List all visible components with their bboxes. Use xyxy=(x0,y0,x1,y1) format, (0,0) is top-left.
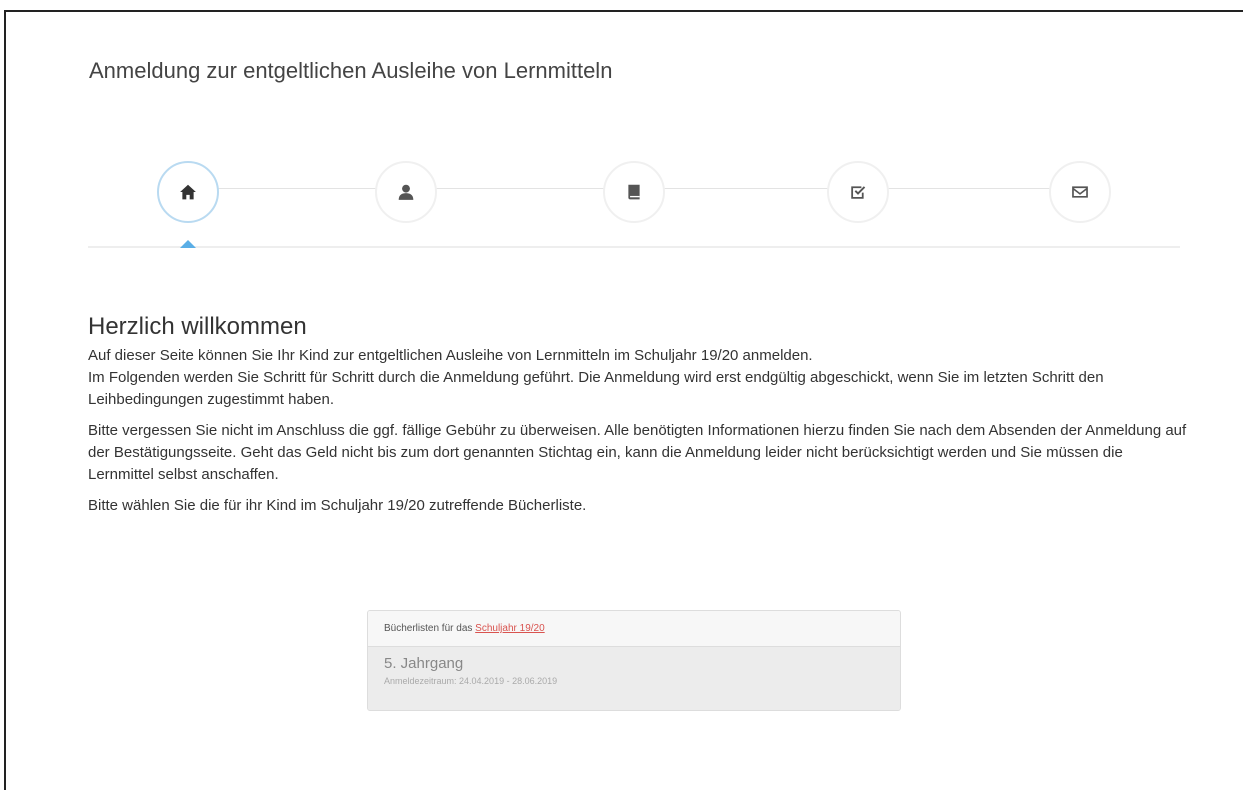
booklist-item[interactable]: 5. Jahrgang Anmeldezeitraum: 24.04.2019 … xyxy=(368,647,900,710)
intro-line-1: Auf dieser Seite können Sie Ihr Kind zur… xyxy=(88,347,813,364)
booklist-item-period: Anmeldezeitraum: 24.04.2019 - 28.06.2019 xyxy=(384,676,558,686)
home-icon xyxy=(180,184,196,200)
active-step-indicator xyxy=(180,240,196,248)
page-title: Anmeldung zur entgeltlichen Ausleihe von… xyxy=(89,58,613,83)
welcome-heading: Herzlich willkommen xyxy=(88,313,307,340)
wizard-step-book[interactable] xyxy=(603,161,665,223)
wizard-step-user[interactable] xyxy=(375,161,437,223)
check-icon xyxy=(851,186,866,199)
booklist-item-title: 5. Jahrgang xyxy=(384,655,464,672)
wizard-steps xyxy=(88,150,1180,248)
intro-line-2: Im Folgenden werden Sie Schritt für Schr… xyxy=(88,369,1104,408)
wizard-step-home[interactable] xyxy=(157,161,219,223)
school-year-link[interactable]: Schuljahr 19/20 xyxy=(475,623,545,634)
book-icon xyxy=(628,184,640,200)
select-list-paragraph: Bitte wählen Sie die für ihr Kind im Sch… xyxy=(88,497,587,514)
payment-paragraph: Bitte vergessen Sie nicht im Anschluss d… xyxy=(88,422,1187,483)
intro-paragraph: Auf dieser Seite können Sie Ihr Kind zur… xyxy=(88,345,1188,411)
envelope-icon xyxy=(1072,186,1088,198)
user-icon xyxy=(398,184,414,200)
booklist-panel: Bücherlisten für das Schuljahr 19/20 5. … xyxy=(367,610,901,711)
booklist-header-text: Bücherlisten für das xyxy=(384,623,476,634)
wizard-step-check[interactable] xyxy=(827,161,889,223)
booklist-header: Bücherlisten für das Schuljahr 19/20 xyxy=(368,611,900,647)
wizard-step-envelope[interactable] xyxy=(1049,161,1111,223)
intro-content: Auf dieser Seite können Sie Ihr Kind zur… xyxy=(88,345,1188,526)
